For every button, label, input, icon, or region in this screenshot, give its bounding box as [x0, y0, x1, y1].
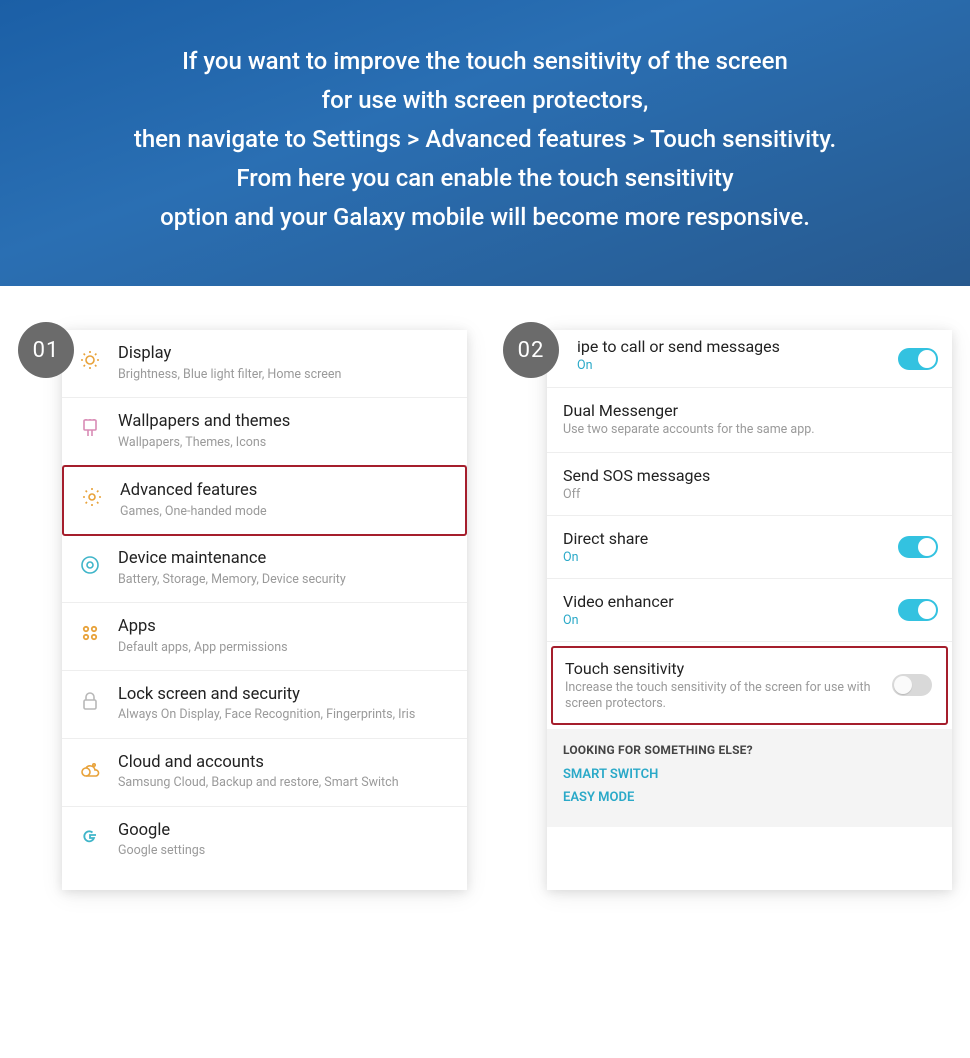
toggle-switch[interactable]: [898, 536, 938, 558]
step-badge-02: 02: [503, 322, 559, 378]
settings-item-title: Display: [118, 344, 453, 365]
banner-line: for use with screen protectors,: [30, 81, 940, 120]
advanced-item-title: ipe to call or send messages: [563, 337, 936, 356]
footer-link-easy-mode[interactable]: EASY MODE: [563, 790, 936, 805]
step-panel-02: 02 ipe to call or send messagesOnDual Me…: [503, 330, 952, 890]
display-icon: [76, 346, 104, 374]
advanced-item-title: Send SOS messages: [563, 466, 936, 485]
advanced-item-title: Dual Messenger: [563, 401, 936, 420]
settings-item-apps[interactable]: Apps Default apps, App permissions: [62, 603, 467, 671]
settings-item-subtitle: Games, One-handed mode: [120, 504, 451, 520]
settings-item-title: Wallpapers and themes: [118, 412, 453, 433]
footer-heading: LOOKING FOR SOMETHING ELSE?: [563, 743, 936, 757]
settings-item-title: Device maintenance: [118, 549, 453, 570]
settings-item-title: Advanced features: [120, 481, 451, 502]
step-badge-01: 01: [18, 322, 74, 378]
toggle-switch[interactable]: [898, 599, 938, 621]
apps-icon: [76, 619, 104, 647]
settings-item-title: Cloud and accounts: [118, 753, 453, 774]
settings-item-title: Google: [118, 821, 453, 842]
settings-item-subtitle: Samsung Cloud, Backup and restore, Smart…: [118, 775, 453, 791]
banner-line: From here you can enable the touch sensi…: [30, 159, 940, 198]
cloud-icon: [76, 755, 104, 783]
lock-icon: [76, 687, 104, 715]
advanced-item-touch-sensitivity[interactable]: Touch sensitivity Increase the touch sens…: [551, 646, 948, 726]
settings-item-display[interactable]: Display Brightness, Blue light filter, Ho…: [62, 330, 467, 398]
settings-item-subtitle: Battery, Storage, Memory, Device securit…: [118, 572, 453, 588]
settings-item-lock[interactable]: Lock screen and securityAlways On Displa…: [62, 671, 467, 739]
settings-item-google[interactable]: GoogleGoogle settings: [62, 807, 467, 874]
settings-item-subtitle: Default apps, App permissions: [118, 640, 453, 656]
advanced-item-subtitle: Use two separate accounts for the same a…: [563, 422, 936, 438]
advanced-item-title: Touch sensitivity: [565, 659, 934, 678]
banner-line: If you want to improve the touch sensiti…: [30, 42, 940, 81]
advanced-features-screen: ipe to call or send messages On Dual Messe…: [547, 330, 952, 890]
instruction-banner: If you want to improve the touch sensiti…: [0, 0, 970, 286]
advanced-item-state: On: [563, 613, 936, 628]
settings-screen: Display Brightness, Blue light filter, Ho…: [62, 330, 467, 890]
advanced-item-video-enhancer[interactable]: Video enhancer On: [547, 579, 952, 642]
google-icon: [76, 823, 104, 851]
advanced-item-subtitle: Increase the touch sensitivity of the sc…: [565, 680, 934, 713]
advanced-item-state: On: [563, 550, 936, 565]
looking-for-footer: LOOKING FOR SOMETHING ELSE? SMART SWITCH E…: [547, 729, 952, 827]
settings-item-advanced[interactable]: Advanced features Games, One-handed mode: [62, 465, 467, 536]
advanced-item-title: Direct share: [563, 529, 936, 548]
advanced-item-ipe-to-call-or-send-messages[interactable]: ipe to call or send messages On: [547, 330, 952, 388]
advanced-item-state: On: [563, 358, 936, 373]
advanced-item-send-sos-messages[interactable]: Send SOS messages Off: [547, 453, 952, 516]
settings-item-title: Lock screen and security: [118, 685, 453, 706]
settings-item-title: Apps: [118, 617, 453, 638]
maintenance-icon: [76, 551, 104, 579]
advanced-item-state: Off: [563, 487, 936, 502]
advanced-item-title: Video enhancer: [563, 592, 936, 611]
footer-link-smart-switch[interactable]: SMART SWITCH: [563, 767, 936, 782]
settings-item-wallpaper[interactable]: Wallpapers and themes Wallpapers, Themes,…: [62, 398, 467, 466]
settings-item-subtitle: Always On Display, Face Recognition, Fin…: [118, 707, 453, 723]
settings-item-subtitle: Brightness, Blue light filter, Home scre…: [118, 367, 453, 383]
advanced-icon: [78, 483, 106, 511]
settings-item-cloud[interactable]: Cloud and accountsSamsung Cloud, Backup …: [62, 739, 467, 807]
step-panel-01: 01 DisplayBrightness, Blue light filter,…: [18, 330, 467, 890]
advanced-item-dual-messenger[interactable]: Dual Messenger Use two separate accounts …: [547, 388, 952, 452]
settings-item-maintenance[interactable]: Device maintenance Battery, Storage, Memo…: [62, 535, 467, 603]
settings-item-subtitle: Google settings: [118, 843, 453, 859]
wallpaper-icon: [76, 414, 104, 442]
toggle-switch[interactable]: [892, 674, 932, 696]
advanced-item-direct-share[interactable]: Direct share On: [547, 516, 952, 579]
banner-line: then navigate to Settings > Advanced fea…: [30, 120, 940, 159]
banner-line: option and your Galaxy mobile will becom…: [30, 198, 940, 237]
toggle-switch[interactable]: [898, 348, 938, 370]
settings-item-subtitle: Wallpapers, Themes, Icons: [118, 435, 453, 451]
